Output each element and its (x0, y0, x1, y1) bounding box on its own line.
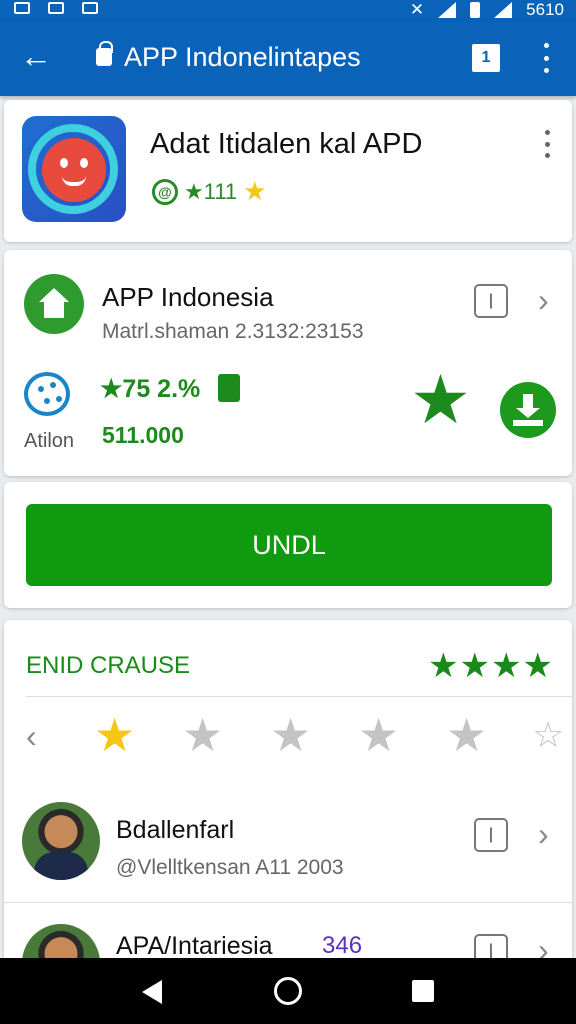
lock-icon (96, 41, 113, 66)
reviewer-handle: @Vlelltkensan A11 2003 (116, 856, 344, 879)
status-bar: ✕ 5610 (0, 0, 576, 22)
nav-back-icon[interactable] (142, 980, 162, 1004)
battery-icon (470, 2, 481, 18)
mute-icon: ✕ (409, 0, 425, 19)
chevron-right-icon[interactable]: › (538, 284, 549, 316)
install-button[interactable]: UNDL (26, 504, 552, 586)
nav-recents-icon[interactable] (412, 980, 434, 1002)
rating-value: ★111 (184, 178, 238, 204)
app-bar: ← APP Indonelintapes 1 (0, 22, 576, 96)
star-filter-5[interactable]: ★ (446, 712, 487, 758)
tabs-button[interactable]: 1 (472, 44, 500, 72)
clipboard-icon (218, 374, 240, 402)
app-logo-icon (22, 116, 126, 222)
app-more-icon[interactable] (542, 130, 552, 158)
page-title: APP Indonelintapes (124, 42, 361, 72)
avatar (22, 802, 100, 880)
review-count: 346 (322, 932, 363, 959)
navigation-bar (0, 958, 576, 1024)
package-card: APP Indonesia Matrl.shaman 2.3132:23153 … (4, 250, 572, 476)
package-percent: ★75 2.% (100, 375, 201, 403)
action-label: Atilon (24, 430, 75, 452)
favorite-star-icon[interactable]: ★ (410, 366, 471, 434)
chevron-right-icon[interactable]: › (538, 818, 549, 850)
back-arrow-icon[interactable]: ← (20, 38, 52, 74)
app-rating: @ ★111 ★ (152, 176, 266, 207)
reviews-card: ENID CRAUSE ★★★★ ‹ ★ ★ ★ ★ ★ ☆ Bdallenfa… (4, 620, 572, 1002)
review-item[interactable]: Bdallenfarl @Vlelltkensan A11 2003 | › (4, 796, 572, 906)
reviewer-name: APA/Intariesia (116, 932, 273, 960)
signal-icon (438, 2, 457, 18)
install-card: UNDL (4, 482, 572, 608)
rating-badge-icon: @ (152, 178, 178, 205)
star-filter-1[interactable]: ★ (94, 712, 135, 758)
star-filter-2[interactable]: ★ (182, 712, 223, 758)
chevron-left-icon[interactable]: ‹ (26, 718, 37, 755)
star-filter-6[interactable]: ☆ (532, 712, 564, 758)
status-time: 5610 (526, 0, 564, 19)
star-filter-4[interactable]: ★ (358, 712, 399, 758)
star-filter-3[interactable]: ★ (270, 712, 311, 758)
wifi-icon (494, 2, 513, 18)
cookie-icon[interactable] (24, 372, 70, 416)
app-name: Adat Itidalen kal APD (150, 128, 423, 160)
overflow-menu-icon[interactable] (538, 40, 554, 76)
star-filter-row: ‹ ★ ★ ★ ★ ★ ☆ (4, 712, 572, 762)
image-notification-icon (48, 2, 64, 14)
reviews-title: ENID CRAUSE (26, 652, 191, 679)
reviews-summary-stars: ★★★★ (428, 647, 554, 685)
home-icon (24, 274, 84, 334)
star-icon: ★ (243, 176, 267, 206)
package-name: APP Indonesia (102, 282, 274, 312)
review-info-button[interactable]: | (474, 818, 508, 852)
nav-home-icon[interactable] (274, 977, 302, 1005)
reviewer-name: Bdallenfarl (116, 816, 235, 844)
download-icon[interactable] (500, 382, 556, 438)
package-count: 511.000 (102, 422, 184, 448)
app-notification-icon (82, 2, 98, 14)
package-version: Matrl.shaman 2.3132:23153 (102, 320, 364, 343)
gallery-notification-icon (14, 2, 30, 14)
package-info-button[interactable]: | (474, 284, 508, 318)
app-header-card: Adat Itidalen kal APD @ ★111 ★ (4, 100, 572, 242)
